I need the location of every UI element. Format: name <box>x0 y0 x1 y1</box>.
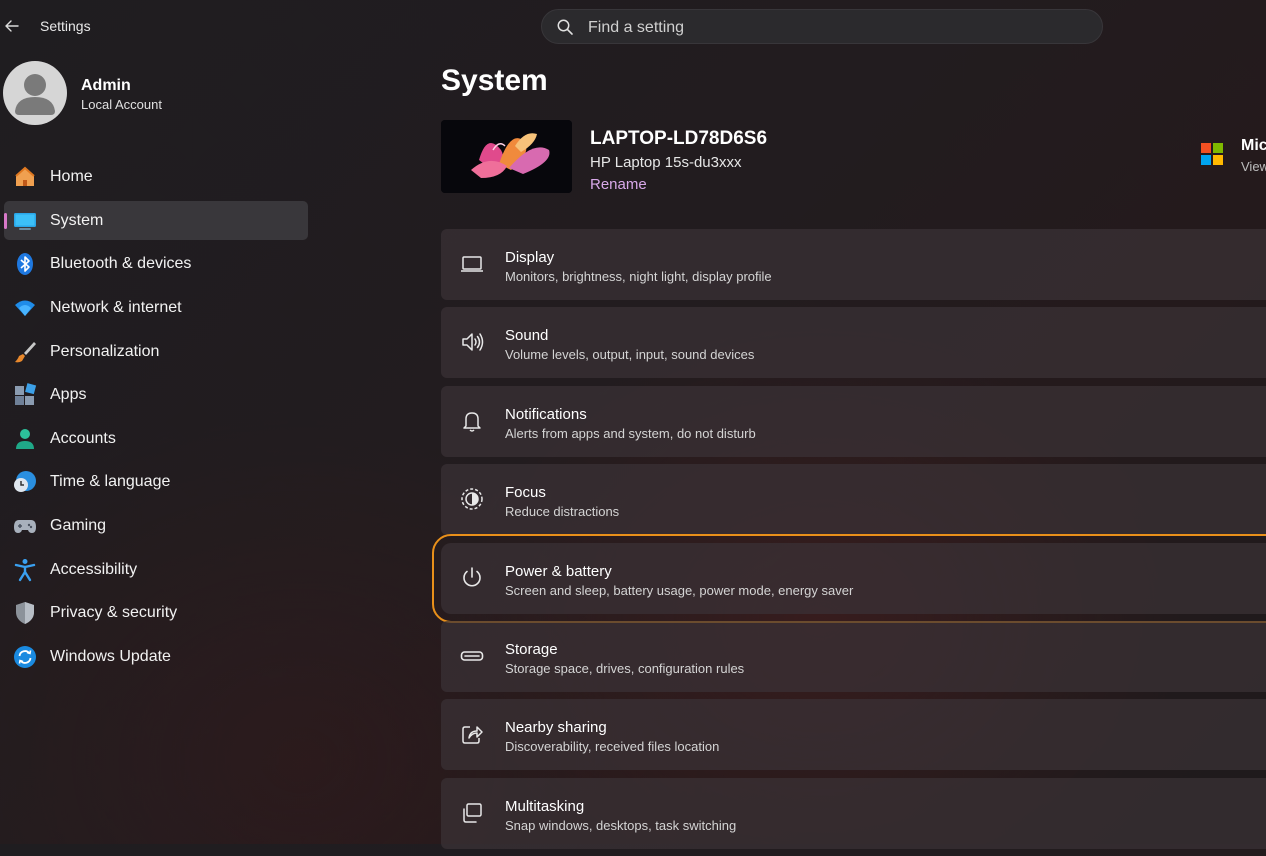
shield-icon <box>13 601 37 625</box>
card-title: Storage <box>505 640 558 658</box>
card-subtitle: Reduce distractions <box>505 504 620 520</box>
settings-card-notifications[interactable]: Notifications Alerts from apps and syste… <box>441 385 1266 457</box>
card-subtitle: Alerts from apps and system, do not dist… <box>505 425 756 441</box>
sidebar-item-label: Accounts <box>50 429 116 447</box>
search-input[interactable] <box>586 10 1090 45</box>
bluetooth-icon <box>13 252 37 276</box>
device-model: HP Laptop 15s-du3xxx <box>590 154 742 171</box>
card-subtitle: Volume levels, output, input, sound devi… <box>505 347 755 363</box>
device-info: LAPTOP-LD78D6S6 HP Laptop 15s-du3xxx Ren… <box>441 120 1001 195</box>
card-subtitle: Monitors, brightness, night light, displ… <box>505 269 772 284</box>
card-subtitle: Storage space, drives, configuration rul… <box>505 660 745 676</box>
sidebar-item-label: Accessibility <box>50 560 138 578</box>
microsoft-tile-title: Mic <box>1241 137 1266 154</box>
wifi-icon <box>13 296 37 320</box>
home-icon <box>13 165 37 189</box>
brush-icon <box>13 340 37 364</box>
power-icon <box>460 566 484 590</box>
apps-icon <box>13 383 37 407</box>
update-icon <box>13 645 37 669</box>
sidebar-item-windows-update[interactable]: Windows Update <box>4 637 308 676</box>
sidebar-item-bluetooth[interactable]: Bluetooth & devices <box>4 244 308 283</box>
system-icon <box>13 209 37 233</box>
bell-icon <box>460 409 484 433</box>
active-indicator <box>4 212 7 229</box>
settings-card-display[interactable]: Display Monitors, brightness, night ligh… <box>441 229 1266 300</box>
avatar <box>3 61 67 125</box>
microsoft-365-tile[interactable]: Mic View <box>1201 135 1266 180</box>
page-title: System <box>441 64 548 97</box>
settings-card-nearby-sharing[interactable]: Nearby sharing Discoverability, received… <box>441 699 1266 771</box>
desktop-wallpaper-thumbnail[interactable] <box>441 120 572 193</box>
card-title: Notifications <box>505 405 587 423</box>
sidebar-nav: Home System Bluetooth & devices Network … <box>4 157 308 681</box>
title-bar: Settings <box>0 0 420 52</box>
card-subtitle: Snap windows, desktops, task switching <box>505 817 737 833</box>
card-title: Power & battery <box>505 562 612 580</box>
gamepad-icon <box>13 514 37 538</box>
rename-link[interactable]: Rename <box>590 176 647 193</box>
card-title: Focus <box>505 484 546 502</box>
device-name: LAPTOP-LD78D6S6 <box>590 128 768 149</box>
card-subtitle: Screen and sleep, battery usage, power m… <box>505 582 854 598</box>
sidebar-item-privacy-security[interactable]: Privacy & security <box>4 593 308 632</box>
share-icon <box>460 722 484 746</box>
multitasking-icon <box>460 801 484 825</box>
sidebar-item-label: Network & internet <box>50 298 182 316</box>
storage-icon <box>460 644 484 668</box>
back-arrow-icon[interactable] <box>2 16 22 36</box>
microsoft-tile-subtitle: View <box>1241 159 1266 174</box>
card-title: Nearby sharing <box>505 719 607 737</box>
sidebar-item-label: Personalization <box>50 342 160 360</box>
accessibility-icon <box>13 558 37 582</box>
sidebar-item-network[interactable]: Network & internet <box>4 288 308 327</box>
settings-card-sound[interactable]: Sound Volume levels, output, input, soun… <box>441 307 1266 379</box>
sidebar-item-label: Gaming <box>50 517 107 535</box>
sidebar-item-accounts[interactable]: Accounts <box>4 419 308 458</box>
card-title: Sound <box>505 327 549 345</box>
sidebar-item-gaming[interactable]: Gaming <box>4 506 308 545</box>
monitor-icon <box>460 252 484 276</box>
sidebar-item-home[interactable]: Home <box>4 157 308 196</box>
card-title: Display <box>505 249 555 266</box>
sidebar-item-system[interactable]: System <box>4 200 308 240</box>
settings-card-storage[interactable]: Storage Storage space, drives, configura… <box>441 620 1266 692</box>
settings-card-multitasking[interactable]: Multitasking Snap windows, desktops, tas… <box>441 777 1266 849</box>
sidebar-item-label: Windows Update <box>50 648 171 666</box>
card-subtitle: Discoverability, received files location <box>505 739 720 755</box>
microsoft-logo-icon <box>1201 143 1223 165</box>
sidebar-item-time-language[interactable]: Time & language <box>4 462 308 501</box>
app-title: Settings <box>40 18 91 34</box>
sidebar-item-apps[interactable]: Apps <box>4 375 308 414</box>
speaker-icon <box>460 330 484 354</box>
settings-card-power-battery[interactable]: Power & battery Screen and sleep, batter… <box>432 533 1266 623</box>
sidebar-item-label: Bluetooth & devices <box>50 255 192 273</box>
search-icon <box>556 18 574 36</box>
sidebar-item-label: System <box>50 211 104 229</box>
settings-card-focus[interactable]: Focus Reduce distractions <box>441 464 1266 536</box>
search-box[interactable] <box>541 9 1103 45</box>
sidebar-item-accessibility[interactable]: Accessibility <box>4 550 308 589</box>
profile-account-type: Local Account <box>81 97 162 112</box>
sidebar-item-label: Time & language <box>50 473 171 491</box>
sidebar-item-label: Home <box>50 168 93 185</box>
user-profile[interactable]: Admin Local Account <box>3 61 303 127</box>
clock-globe-icon <box>13 470 37 494</box>
person-icon <box>13 427 37 451</box>
profile-name: Admin <box>81 77 131 94</box>
settings-list: Display Monitors, brightness, night ligh… <box>432 229 1266 856</box>
sidebar-item-label: Apps <box>50 386 87 404</box>
sidebar-item-label: Privacy & security <box>50 604 178 622</box>
sidebar-item-personalization[interactable]: Personalization <box>4 332 308 371</box>
focus-icon <box>460 487 484 511</box>
card-title: Multitasking <box>505 797 585 815</box>
